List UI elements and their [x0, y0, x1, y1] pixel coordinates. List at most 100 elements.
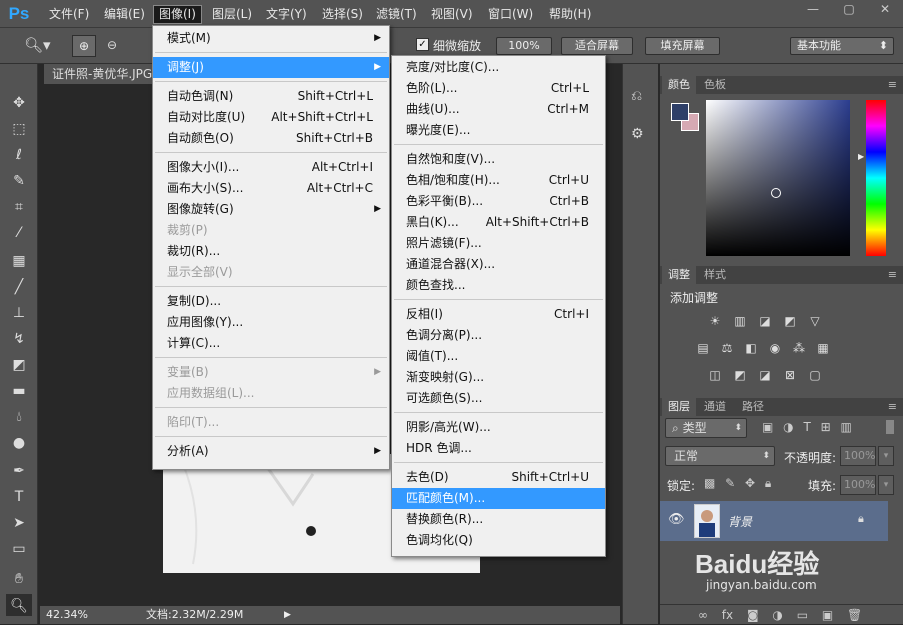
- chevron-down-icon[interactable]: ▾: [878, 446, 894, 466]
- history-brush-tool-icon[interactable]: ↯: [6, 328, 32, 350]
- exposure-icon[interactable]: ◩: [781, 313, 799, 329]
- adjust-menu-item[interactable]: 反相(I) Ctrl+I: [392, 304, 605, 325]
- adjust-menu-item[interactable]: 色阶(L)... Ctrl+L: [392, 78, 605, 99]
- panel-menu-icon[interactable]: ≡: [888, 266, 897, 284]
- layer-name[interactable]: 背景: [728, 513, 752, 530]
- shape-tool-icon[interactable]: ▭: [6, 538, 32, 560]
- color-balance-icon[interactable]: ⚖: [718, 340, 736, 356]
- layers-bottom-icons[interactable]: ∞ fx ◙ ◑ ▭ ▣ 🗑︎: [660, 604, 903, 624]
- dodge-tool-icon[interactable]: ●: [6, 432, 32, 454]
- zoom-in-icon[interactable]: ⊕: [72, 35, 96, 57]
- hue-saturation-icon[interactable]: ▤: [694, 340, 712, 356]
- crop-tool-icon[interactable]: ⌗: [6, 196, 32, 218]
- black-white-icon[interactable]: ◧: [742, 340, 760, 356]
- selective-color-icon[interactable]: ▢: [806, 367, 824, 383]
- layer-filter-select[interactable]: ⌕ 类型 ⬍: [665, 418, 747, 438]
- workspace-select[interactable]: 基本功能 ⬍: [790, 37, 894, 55]
- image-menu-item[interactable]: 分析(A) ▶: [153, 441, 389, 462]
- menu-image[interactable]: 图像(I): [153, 5, 202, 24]
- tab-layers[interactable]: 图层: [662, 398, 696, 416]
- gradient-tool-icon[interactable]: ▬: [6, 380, 32, 402]
- adjust-menu-item[interactable]: 色彩平衡(B)... Ctrl+B: [392, 191, 605, 212]
- image-menu-item[interactable]: 调整(J) ▶: [153, 57, 389, 78]
- adjust-menu-item[interactable]: 色调均化(Q): [392, 530, 605, 551]
- menu-window[interactable]: 窗口(W): [483, 5, 538, 24]
- adjust-menu-item[interactable]: 色相/饱和度(H)... Ctrl+U: [392, 170, 605, 191]
- lock-icons[interactable]: ▩ ✎ ✥ 🔒︎: [704, 476, 784, 492]
- eraser-tool-icon[interactable]: ◩: [6, 354, 32, 376]
- menu-view[interactable]: 视图(V): [426, 5, 478, 24]
- menu-file[interactable]: 文件(F): [44, 5, 94, 24]
- tab-color[interactable]: 颜色: [662, 76, 696, 94]
- adjust-menu-item[interactable]: 阴影/高光(W)...: [392, 417, 605, 438]
- layer-row-background[interactable]: 👁︎ 背景 🔒︎: [660, 501, 888, 541]
- filter-toggle[interactable]: [886, 420, 894, 434]
- brush-tool-icon[interactable]: ╱: [6, 276, 32, 298]
- panel-menu-icon[interactable]: ≡: [888, 76, 897, 94]
- type-tool-icon[interactable]: T: [6, 486, 32, 508]
- adjust-menu-item[interactable]: 亮度/对比度(C)...: [392, 57, 605, 78]
- menu-help[interactable]: 帮助(H): [544, 5, 596, 24]
- image-menu-item[interactable]: 图像大小(I)... Alt+Ctrl+I: [153, 157, 389, 178]
- eyedropper-tool-icon[interactable]: ⁄: [6, 222, 32, 244]
- pen-tool-icon[interactable]: ✒: [6, 460, 32, 482]
- blend-mode-select[interactable]: 正常 ⬍: [665, 446, 775, 466]
- image-menu-item[interactable]: 模式(M) ▶: [153, 28, 389, 49]
- fit-screen-button[interactable]: 适合屏幕: [561, 37, 633, 55]
- zoom-level[interactable]: 42.34%: [46, 606, 88, 624]
- threshold-icon[interactable]: ◪: [756, 367, 774, 383]
- move-tool-icon[interactable]: ✥: [6, 92, 32, 114]
- opacity-input[interactable]: 100%: [840, 446, 876, 466]
- menu-select[interactable]: 选择(S): [317, 5, 368, 24]
- adjust-menu-item[interactable]: 可选颜色(S)...: [392, 388, 605, 409]
- chevron-down-icon[interactable]: ▾: [878, 475, 894, 495]
- image-menu-item[interactable]: 应用图像(Y)...: [153, 312, 389, 333]
- color-field[interactable]: [706, 100, 850, 256]
- menu-type[interactable]: 文字(Y): [261, 5, 312, 24]
- color-lookup-icon[interactable]: ▦: [814, 340, 832, 356]
- photo-filter-icon[interactable]: ◉: [766, 340, 784, 356]
- healing-brush-tool-icon[interactable]: ▦: [6, 250, 32, 272]
- curves-icon[interactable]: ◪: [756, 313, 774, 329]
- adjust-menu-item[interactable]: 渐变映射(G)...: [392, 367, 605, 388]
- adjust-menu-item[interactable]: HDR 色调...: [392, 438, 605, 459]
- adjust-menu-item[interactable]: 曝光度(E)...: [392, 120, 605, 141]
- panel-menu-icon[interactable]: ≡: [888, 398, 897, 416]
- minimize-icon[interactable]: —: [796, 0, 830, 18]
- quick-select-tool-icon[interactable]: ✎: [6, 170, 32, 192]
- zoom-tool-icon[interactable]: 🔍︎▾: [24, 36, 54, 56]
- adjust-menu-item[interactable]: 去色(D) Shift+Ctrl+U: [392, 467, 605, 488]
- tab-channels[interactable]: 通道: [698, 398, 732, 416]
- image-menu-item[interactable]: 图像旋转(G) ▶: [153, 199, 389, 220]
- image-menu-item[interactable]: 自动颜色(O) Shift+Ctrl+B: [153, 128, 389, 149]
- layer-filter-icons[interactable]: ▣ ◑ T ⊞ ▥: [762, 420, 882, 436]
- vibrance-icon[interactable]: ▽: [806, 313, 824, 329]
- tab-styles[interactable]: 样式: [698, 266, 732, 284]
- marquee-tool-icon[interactable]: ⬚: [6, 118, 32, 140]
- adjust-menu-item[interactable]: 黑白(K)... Alt+Shift+Ctrl+B: [392, 212, 605, 233]
- hand-tool-icon[interactable]: ✋︎: [6, 568, 32, 590]
- properties-panel-icon[interactable]: ⚙: [631, 126, 651, 146]
- image-menu-item[interactable]: 裁切(R)...: [153, 241, 389, 262]
- image-menu-item[interactable]: 画布大小(S)... Alt+Ctrl+C: [153, 178, 389, 199]
- adjust-menu-item[interactable]: 匹配颜色(M)...: [392, 488, 605, 509]
- tab-adjustments[interactable]: 调整: [662, 266, 696, 284]
- path-select-tool-icon[interactable]: ➤: [6, 512, 32, 534]
- stamp-tool-icon[interactable]: ⊥: [6, 302, 32, 324]
- channel-mixer-icon[interactable]: ⁂: [790, 340, 808, 356]
- zoom-tool-icon[interactable]: 🔍︎: [6, 594, 32, 616]
- adjust-menu-item[interactable]: 颜色查找...: [392, 275, 605, 296]
- foreground-color-swatch[interactable]: [671, 103, 689, 121]
- lasso-tool-icon[interactable]: ℓ: [6, 144, 32, 166]
- hue-slider[interactable]: [866, 100, 886, 256]
- menu-filter[interactable]: 滤镜(T): [371, 5, 422, 24]
- adjust-menu-item[interactable]: 曲线(U)... Ctrl+M: [392, 99, 605, 120]
- image-menu-item[interactable]: 复制(D)...: [153, 291, 389, 312]
- fill-screen-button[interactable]: 填充屏幕: [645, 37, 720, 55]
- adjust-menu-item[interactable]: 替换颜色(R)...: [392, 509, 605, 530]
- invert-icon[interactable]: ◫: [706, 367, 724, 383]
- brightness-icon[interactable]: ☀: [706, 313, 724, 329]
- menu-edit[interactable]: 编辑(E): [99, 5, 150, 24]
- image-menu-item[interactable]: 自动色调(N) Shift+Ctrl+L: [153, 86, 389, 107]
- image-menu-item[interactable]: 自动对比度(U) Alt+Shift+Ctrl+L: [153, 107, 389, 128]
